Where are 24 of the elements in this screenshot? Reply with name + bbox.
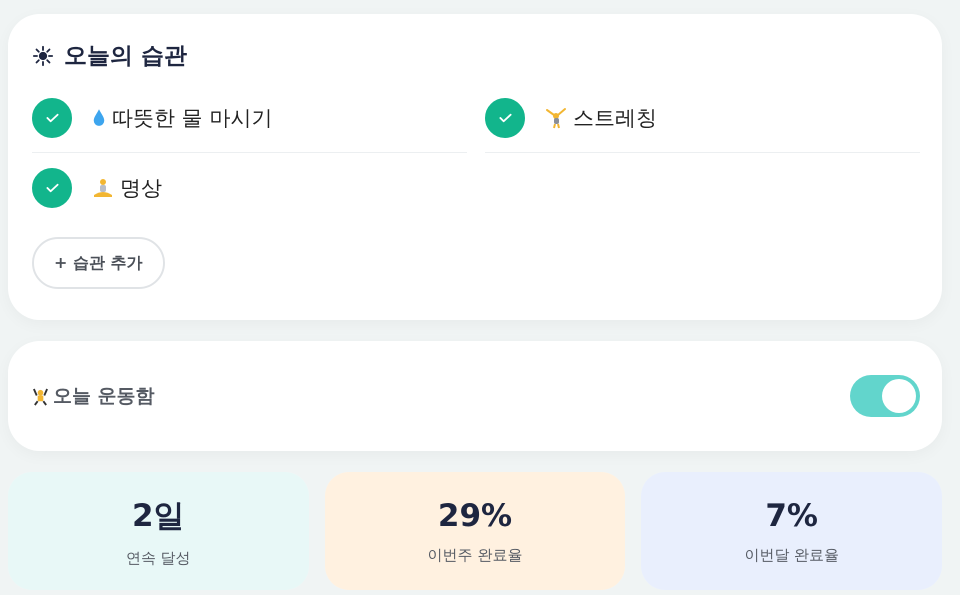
exercise-label: 오늘 운동함 (53, 384, 155, 409)
habit-label: 따뜻한 물 마시기 (112, 104, 272, 132)
figure-icon (545, 106, 567, 128)
water-drop-icon (92, 108, 106, 128)
card-title: 오늘의 습관 (64, 42, 188, 71)
check-icon (498, 112, 512, 122)
sun-icon (32, 44, 54, 66)
toggle-switch[interactable] (850, 375, 920, 417)
habit-label: 스트레칭 (573, 104, 657, 132)
stat-value: 7% (765, 498, 818, 534)
checkbox[interactable] (32, 98, 72, 138)
checkbox[interactable] (32, 168, 72, 208)
stat-label: 이번달 완료율 (744, 546, 840, 564)
check-icon (46, 112, 58, 122)
checkbox[interactable] (485, 98, 525, 138)
figure-icon (92, 177, 114, 199)
stat-value: 2일 (132, 496, 185, 536)
weightlifter-icon (32, 386, 49, 406)
stat-value: 29% (438, 498, 512, 534)
stat-label: 연속 달성 (126, 548, 191, 568)
add-habit-button[interactable]: + 습관 추가 (32, 237, 165, 289)
habit-label: 명상 (120, 175, 162, 202)
check-icon (46, 183, 58, 193)
stat-label: 이번주 완료율 (428, 546, 522, 564)
